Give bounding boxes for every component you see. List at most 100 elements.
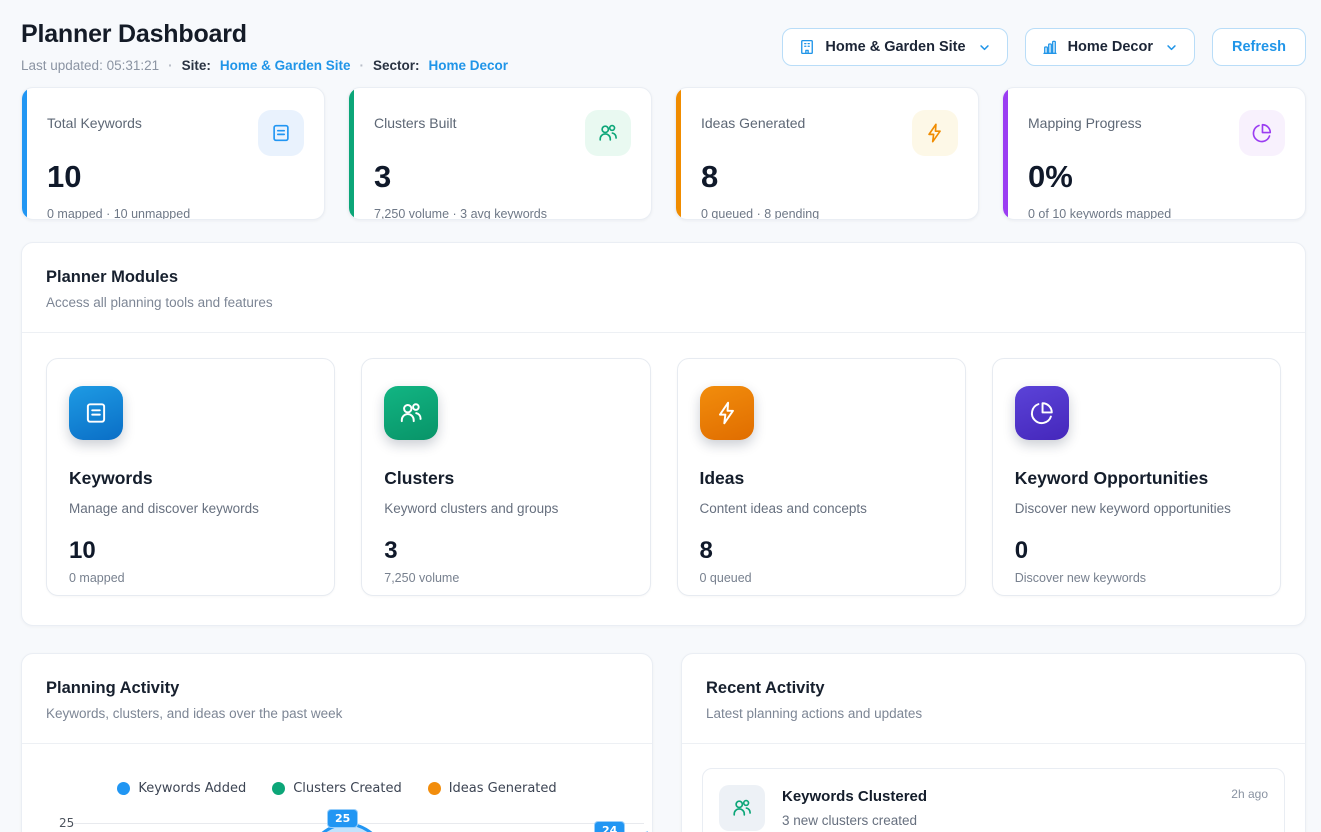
page-title: Planner Dashboard [21,20,508,49]
legend-label: Ideas Generated [449,781,557,796]
module-detail: 0 mapped [69,571,312,585]
users-icon [384,386,438,440]
planning-activity-header: Planning Activity Keywords, clusters, an… [22,654,652,743]
module-description: Content ideas and concepts [700,501,943,516]
section-subtitle: Keywords, clusters, and ideas over the p… [46,706,628,721]
meta-separator: · [359,58,364,73]
section-title: Recent Activity [706,679,1281,698]
module-card-keywords[interactable]: Keywords Manage and discover keywords 10… [46,358,335,596]
chevron-down-icon [1164,40,1179,55]
recent-activity-section: Recent Activity Latest planning actions … [681,653,1306,832]
keywords-added-series-line [72,807,648,832]
stat-card-ideas-generated: Ideas Generated 8 0 queued · 8 pending [675,87,979,220]
module-title: Keyword Opportunities [1015,468,1258,489]
activity-item-keywords-clustered[interactable]: Keywords Clustered 3 new clusters create… [702,768,1285,832]
users-icon [585,110,631,156]
sector-selector-dropdown[interactable]: Home Decor [1025,28,1195,66]
header-actions: Home & Garden Site Home Decor Refresh [782,28,1306,66]
stat-detail: 7,250 volume · 3 avg keywords [374,207,631,220]
module-card-clusters[interactable]: Clusters Keyword clusters and groups 3 7… [361,358,650,596]
stat-label: Total Keywords [47,110,142,131]
stat-value: 0% [1028,161,1285,192]
legend-label: Clusters Created [293,781,402,796]
section-title: Planner Modules [46,268,1281,287]
pie-chart-icon [1239,110,1285,156]
planner-modules-header: Planner Modules Access all planning tool… [22,243,1305,332]
stat-value: 3 [374,161,631,192]
sector-selector-value: Home Decor [1068,39,1153,55]
site-label: Site: [182,58,211,73]
activity-timestamp: 2h ago [1231,785,1268,801]
module-title: Ideas [700,468,943,489]
legend-dot [272,782,285,795]
module-detail: 0 queued [700,571,943,585]
legend-dot [117,782,130,795]
module-title: Clusters [384,468,627,489]
activity-title: Keywords Clustered [782,785,927,805]
page-meta: Last updated: 05:31:21 · Site: Home & Ga… [21,58,508,73]
bar-chart-icon [1041,38,1059,56]
accent-bar [676,88,681,219]
planner-modules-section: Planner Modules Access all planning tool… [21,242,1306,626]
module-title: Keywords [69,468,312,489]
data-point-label: 24 [594,821,625,832]
stats-row: Total Keywords 10 0 mapped · 10 unmapped… [21,87,1306,220]
legend-item-keywords-added[interactable]: Keywords Added [117,781,246,796]
legend-dot [428,782,441,795]
pie-chart-icon [1015,386,1069,440]
lightning-icon [912,110,958,156]
module-value: 8 [700,539,943,563]
stat-detail: 0 mapped · 10 unmapped [47,207,304,220]
stat-card-clusters-built: Clusters Built 3 7,250 volume · 3 avg ke… [348,87,652,220]
refresh-button[interactable]: Refresh [1212,28,1306,66]
section-subtitle: Latest planning actions and updates [706,706,1281,721]
data-point-label: 25 [327,809,358,828]
last-updated-text: Last updated: 05:31:21 [21,58,159,73]
section-subtitle: Access all planning tools and features [46,295,1281,310]
chart-legend: Keywords Added Clusters Created Ideas Ge… [22,744,652,796]
module-card-ideas[interactable]: Ideas Content ideas and concepts 8 0 que… [677,358,966,596]
module-description: Keyword clusters and groups [384,501,627,516]
legend-item-ideas-generated[interactable]: Ideas Generated [428,781,557,796]
module-value: 0 [1015,539,1258,563]
stat-card-mapping-progress: Mapping Progress 0% 0 of 10 keywords map… [1002,87,1306,220]
accent-bar [1003,88,1008,219]
module-value: 3 [384,539,627,563]
page-header: Planner Dashboard Last updated: 05:31:21… [0,0,1321,73]
site-selector-dropdown[interactable]: Home & Garden Site [782,28,1007,66]
planning-activity-chart: 25 25 24 [22,807,652,832]
stat-card-total-keywords: Total Keywords 10 0 mapped · 10 unmapped [21,87,325,220]
module-description: Manage and discover keywords [69,501,312,516]
sector-link[interactable]: Home Decor [428,58,508,73]
legend-item-clusters-created[interactable]: Clusters Created [272,781,402,796]
stat-value: 8 [701,161,958,192]
sector-label: Sector: [373,58,420,73]
bottom-row: Planning Activity Keywords, clusters, an… [21,653,1306,832]
document-icon [69,386,123,440]
module-detail: 7,250 volume [384,571,627,585]
divider [682,743,1305,744]
section-title: Planning Activity [46,679,628,698]
planner-dashboard-page: Planner Dashboard Last updated: 05:31:21… [0,0,1321,832]
building-icon [798,38,816,56]
modules-grid: Keywords Manage and discover keywords 10… [22,333,1305,625]
stat-detail: 0 queued · 8 pending [701,207,958,220]
document-icon [258,110,304,156]
accent-bar [22,88,27,219]
stat-detail: 0 of 10 keywords mapped [1028,207,1285,220]
site-link[interactable]: Home & Garden Site [220,58,351,73]
users-icon [719,785,765,831]
module-value: 10 [69,539,312,563]
stat-label: Mapping Progress [1028,110,1142,131]
activity-description: 3 new clusters created [782,813,927,828]
lightning-icon [700,386,754,440]
module-description: Discover new keyword opportunities [1015,501,1258,516]
stat-value: 10 [47,161,304,192]
stat-label: Ideas Generated [701,110,805,131]
recent-activity-header: Recent Activity Latest planning actions … [682,654,1305,743]
module-card-keyword-opportunities[interactable]: Keyword Opportunities Discover new keywo… [992,358,1281,596]
module-detail: Discover new keywords [1015,571,1258,585]
page-header-left: Planner Dashboard Last updated: 05:31:21… [21,20,508,73]
chevron-down-icon [977,40,992,55]
meta-separator: · [168,58,173,73]
